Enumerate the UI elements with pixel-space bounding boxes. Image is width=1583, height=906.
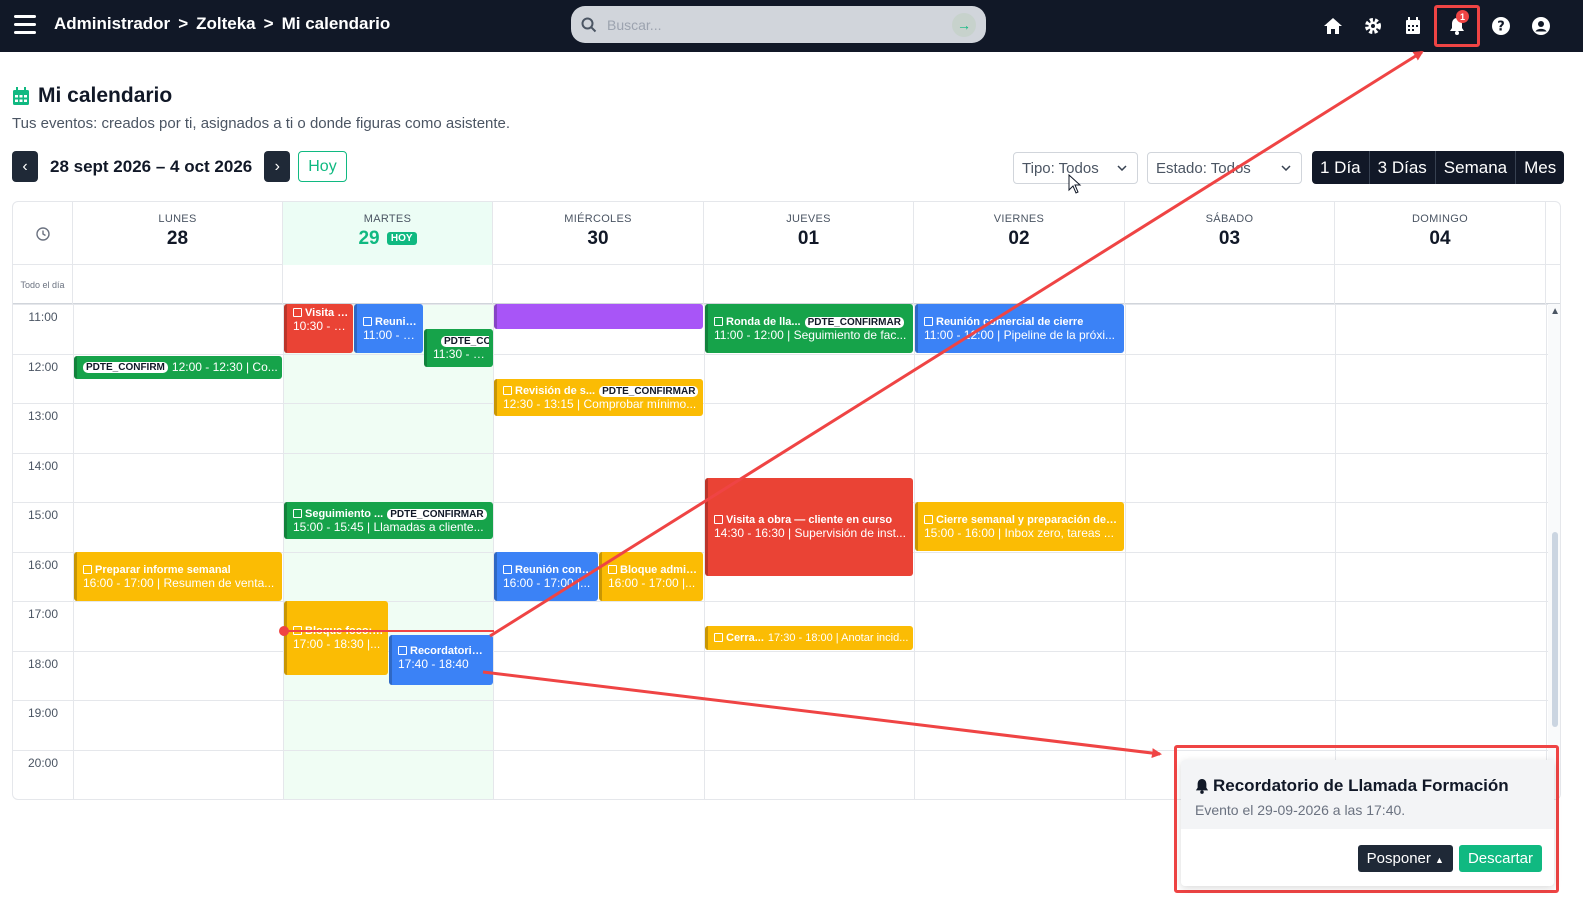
view-week-button[interactable]: Semana [1436,151,1517,184]
help-icon[interactable]: ? [1481,0,1521,52]
all-day-cell[interactable] [914,265,1125,304]
breadcrumb-item[interactable]: Zolteka [196,14,256,34]
search-submit-arrow-icon[interactable]: → [952,12,976,37]
caret-up-icon: ▲ [1435,855,1444,865]
next-week-button[interactable]: › [264,151,291,182]
all-day-cell[interactable] [283,265,493,304]
day-header-friday[interactable]: VIERNES 02 [914,202,1125,265]
hour-row: 18:00 [13,650,1548,701]
all-day-cell[interactable] [1335,265,1546,304]
day-header-saturday[interactable]: SÁBADO 03 [1125,202,1335,265]
calendar-event[interactable]: Visita a obra — cliente en curso 14:30 -… [705,478,913,576]
hour-row: 19:00 [13,700,1548,750]
reminder-toast: Recordatorio de Llamada Formación Evento… [1181,760,1554,886]
calendar-scrollbar[interactable]: ▲ [1548,304,1560,799]
page-title-text: Mi calendario [38,84,173,107]
chevron-down-icon [1281,165,1291,171]
day-header-monday[interactable]: LUNES 28 [73,202,283,265]
bell-icon [1195,779,1209,794]
view-switcher: 1 Día 3 Días Semana Mes [1312,151,1565,184]
scrollbar-thumb[interactable] [1552,532,1558,727]
gear-icon[interactable] [1353,0,1393,52]
today-button[interactable]: Hoy [298,151,347,182]
notification-badge: 1 [1456,10,1469,23]
day-header-tuesday[interactable]: MARTES 29 HOY [283,202,493,265]
type-filter-value: Tipo: Todos [1022,159,1099,177]
prev-week-button[interactable]: ‹ [12,151,38,182]
calendar-event[interactable]: Reunió... 11:00 - 1... [354,304,423,353]
calendar-event[interactable]: Ronda de lla... PDTE_CONFIRMAR 11:00 - 12… [705,304,913,353]
breadcrumb-separator-icon: > [178,14,189,33]
search-bar: → [571,6,986,43]
calendar-event[interactable]: Cierre semanal y preparación del lu... 1… [915,502,1124,551]
all-day-row: Todo el día [13,265,1560,304]
top-bar: Administrador > Zolteka > Mi calendario … [0,0,1583,52]
week-calendar: LUNES 28 MARTES 29 HOY MIÉRCOLES 30 JUEV… [12,201,1561,800]
status-filter-value: Estado: Todos [1156,159,1251,177]
today-badge: HOY [386,232,417,246]
notifications-button[interactable]: 1 [1433,0,1481,52]
clock-icon [13,202,73,265]
all-day-cell[interactable] [704,265,914,304]
all-day-label: Todo el día [13,265,73,304]
toast-subtitle: Evento el 29-09-2026 a las 17:40. [1195,802,1406,818]
user-account-icon[interactable] [1521,0,1561,52]
day-header-wednesday[interactable]: MIÉRCOLES 30 [493,202,704,265]
all-day-cell[interactable] [493,265,704,304]
notification-highlight-box: 1 [1434,5,1480,47]
page-subtitle: Tus eventos: creados por ti, asignados a… [12,115,511,132]
chevron-down-icon [1117,165,1127,171]
calendar-event[interactable]: Bloque admin... 16:00 - 17:00 |... [599,552,703,601]
date-navigation: ‹ 28 sept 2026 – 4 oct 2026 › Hoy [12,151,347,182]
calendar-header: LUNES 28 MARTES 29 HOY MIÉRCOLES 30 JUEV… [13,202,1560,265]
breadcrumb-separator-icon: > [263,14,274,33]
date-range-label: 28 sept 2026 – 4 oct 2026 [50,156,253,176]
calendar-event[interactable]: Reunión comercial de cierre 11:00 - 12:0… [915,304,1124,353]
breadcrumb: Administrador > Zolteka > Mi calendario [54,14,390,34]
calendar-event[interactable]: Reunión con d... 16:00 - 17:00 |... [494,552,598,601]
calendar-event[interactable]: Visita c... 10:30 - 1... [284,304,353,353]
calendar-event[interactable]: Seguimiento ... PDTE_CONFIRMAR 15:00 - 15… [284,502,493,539]
hamburger-menu-icon[interactable] [14,15,36,35]
calendar-event[interactable]: Recordatorio ... 17:40 - 18:40 [389,635,493,685]
svg-text:?: ? [1497,20,1505,35]
calendar-event[interactable]: Bloque foco: ... 17:00 - 18:30 |... [284,601,388,675]
mouse-cursor-icon [1068,174,1082,194]
home-icon[interactable] [1313,0,1353,52]
hour-row: 13:00 [13,403,1548,453]
postpone-button[interactable]: Posponer ▲ [1357,845,1453,872]
page-title: Mi calendario [12,84,172,108]
day-header-thursday[interactable]: JUEVES 01 [704,202,914,265]
calendar-icon [13,86,29,105]
breadcrumb-item[interactable]: Administrador [54,14,170,34]
breadcrumb-item: Mi calendario [281,14,391,33]
dismiss-button[interactable]: Descartar [1458,845,1542,872]
calendar-icon[interactable] [1393,0,1433,52]
calendar-event[interactable] [494,304,703,329]
current-time-line [284,630,494,632]
view-month-button[interactable]: Mes [1516,151,1564,184]
calendar-event[interactable]: PDTE_CO 11:30 - 12... [424,329,493,367]
toast-title: Recordatorio de Llamada Formación [1213,776,1509,795]
calendar-event[interactable]: Revisión de s... PDTE_CONFIRMAR 12:30 - 1… [494,379,703,416]
view-day-button[interactable]: 1 Día [1312,151,1370,184]
status-filter-select[interactable]: Estado: Todos [1147,152,1302,184]
search-input[interactable] [607,16,952,33]
all-day-cell[interactable] [1125,265,1335,304]
scroll-up-arrow-icon[interactable]: ▲ [1550,306,1560,317]
all-day-cell[interactable] [73,265,283,304]
calendar-event[interactable]: PDTE_CONFIRM 12:00 - 12:30 | Co... [74,356,282,379]
calendar-event[interactable]: Cerra... 17:30 - 18:00 | Anotar incid... [705,626,913,650]
view-3days-button[interactable]: 3 Días [1370,151,1436,184]
search-icon [581,17,597,32]
current-time-dot [279,626,289,636]
day-header-sunday[interactable]: DOMINGO 04 [1335,202,1546,265]
calendar-event[interactable]: Preparar informe semanal 16:00 - 17:00 |… [74,552,282,601]
time-grid[interactable]: 11:00 12:00 13:00 14:00 15:00 16:00 17:0… [13,304,1560,799]
